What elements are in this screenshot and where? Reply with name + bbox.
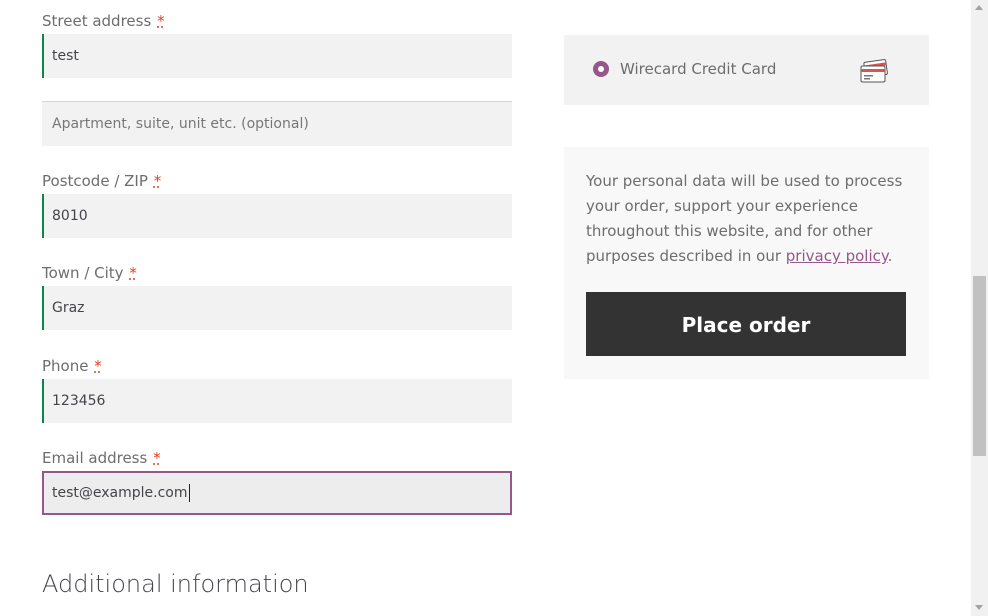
city-label-text: Town / City: [42, 264, 124, 282]
street-address-input[interactable]: test: [42, 34, 512, 78]
text-caret: [188, 484, 190, 502]
privacy-text-end: .: [887, 247, 893, 265]
postcode-label: Postcode / ZIP *: [42, 171, 512, 191]
payment-radio-selected[interactable]: [593, 61, 609, 77]
street-address-label: Street address *: [42, 11, 512, 31]
payment-method-label[interactable]: Wirecard Credit Card: [620, 59, 776, 79]
apartment-input[interactable]: Apartment, suite, unit etc. (optional): [42, 101, 512, 146]
place-order-button[interactable]: Place order: [586, 292, 906, 356]
required-marker: *: [153, 449, 161, 467]
phone-label-text: Phone: [42, 357, 89, 375]
apartment-field: Apartment, suite, unit etc. (optional): [42, 101, 512, 146]
email-field: Email address * test@example.com: [42, 448, 512, 515]
phone-input[interactable]: 123456: [42, 379, 512, 423]
postcode-input[interactable]: 8010: [42, 194, 512, 238]
scrollbar-thumb[interactable]: [973, 276, 986, 456]
credit-card-icon: [860, 59, 888, 83]
city-field: Town / City * Graz: [42, 263, 512, 330]
email-input-value: test@example.com: [52, 485, 188, 501]
checkout-page: Street address * test Apartment, suite, …: [0, 0, 988, 616]
scroll-up-arrow-icon[interactable]: [975, 5, 983, 10]
additional-information-heading: Additional information: [42, 570, 309, 598]
privacy-notice: Your personal data will be used to proce…: [586, 169, 911, 269]
city-label: Town / City *: [42, 263, 512, 283]
phone-label: Phone *: [42, 356, 512, 376]
required-marker: *: [157, 12, 165, 30]
scroll-down-arrow-icon[interactable]: [975, 605, 983, 610]
place-order-box: Your personal data will be used to proce…: [564, 147, 929, 379]
street-address-label-text: Street address: [42, 12, 152, 30]
postcode-label-text: Postcode / ZIP: [42, 172, 148, 190]
city-input[interactable]: Graz: [42, 286, 512, 330]
vertical-scrollbar[interactable]: [971, 0, 988, 616]
email-input[interactable]: test@example.com: [42, 471, 512, 515]
email-label: Email address *: [42, 448, 512, 468]
email-label-text: Email address: [42, 449, 148, 467]
privacy-policy-link[interactable]: privacy policy: [786, 247, 888, 265]
payment-method-wirecard[interactable]: Wirecard Credit Card: [564, 35, 929, 105]
required-marker: *: [153, 172, 162, 190]
street-address-field: Street address * test: [42, 11, 512, 78]
postcode-field: Postcode / ZIP * 8010: [42, 171, 512, 238]
required-marker: *: [94, 357, 102, 375]
required-marker: *: [129, 264, 137, 282]
phone-field: Phone * 123456: [42, 356, 512, 423]
